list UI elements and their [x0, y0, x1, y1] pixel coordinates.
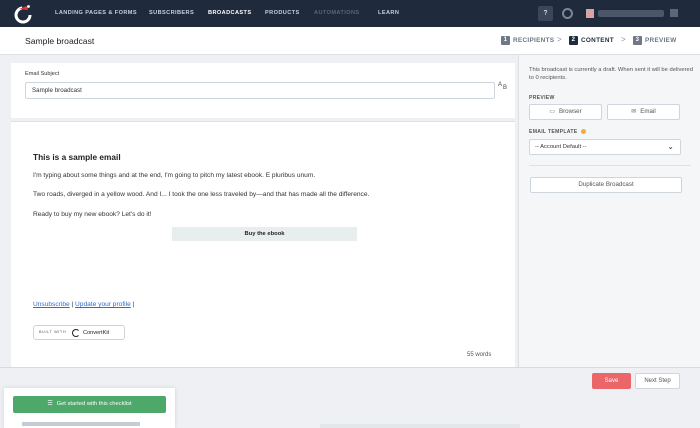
top-nav: LANDING PAGES & FORMS SUBSCRIBERS BROADC… [0, 0, 700, 27]
unsubscribe-link[interactable]: Unsubscribe [33, 301, 70, 308]
nav-products[interactable]: PRODUCTS [265, 0, 300, 27]
email-footer-links: Unsubscribe | Update your profile | [33, 301, 135, 308]
ab-test-icon[interactable]: AB [498, 82, 507, 91]
email-paragraph: Two roads, diverged in a yellow wood. An… [33, 191, 370, 198]
template-select[interactable]: -- Account Default -- ⌄ [529, 139, 681, 155]
email-paragraph: Ready to buy my new ebook? Let's do it! [33, 211, 152, 218]
subject-input[interactable]: Sample broadcast [25, 82, 495, 99]
nav-learn[interactable]: LEARN [378, 0, 399, 27]
footer-divider [0, 367, 700, 368]
preview-email-button[interactable]: ✉ Email [607, 104, 680, 120]
nav-automations[interactable]: AUTOMATIONS [314, 0, 360, 27]
duplicate-broadcast-button[interactable]: Duplicate Broadcast [530, 177, 682, 193]
next-step-button[interactable]: Next Step [635, 373, 680, 389]
preview-label: PREVIEW [529, 95, 555, 101]
nav-landing-pages[interactable]: LANDING PAGES & FORMS [55, 0, 137, 27]
nav-broadcasts[interactable]: BROADCASTS [208, 0, 251, 27]
buy-ebook-button[interactable]: Buy the ebook [172, 227, 357, 241]
blurred-text [320, 424, 520, 428]
checklist-button[interactable]: ☰ Get started with this checklist [13, 396, 166, 413]
info-dot-icon[interactable] [581, 129, 587, 135]
step-separator: > [621, 35, 626, 44]
subject-value: Sample broadcast [32, 87, 82, 94]
list-icon: ☰ [47, 401, 53, 407]
convertkit-icon [72, 329, 80, 337]
browser-icon: ▭ [549, 109, 555, 115]
draft-status: This broadcast is currently a draft. Whe… [529, 67, 693, 82]
page-header: Sample broadcast 1 RECIPIENTS > 2 CONTENT … [0, 27, 700, 55]
email-heading: This is a sample email [33, 152, 121, 162]
blurred-text [22, 422, 140, 426]
word-count: 55 words [467, 352, 492, 358]
subject-card: Email Subject Sample broadcast AB [11, 63, 515, 118]
convertkit-logo[interactable] [13, 4, 33, 24]
chevron-down-icon: ⌄ [667, 142, 674, 151]
step-preview[interactable]: 3 PREVIEW [633, 36, 677, 45]
nav-subscribers[interactable]: SUBSCRIBERS [149, 0, 194, 27]
divider [529, 165, 691, 166]
preview-browser-button[interactable]: ▭ Browser [529, 104, 602, 120]
email-editor[interactable]: This is a sample email I'm typing about … [11, 121, 515, 367]
template-label: EMAIL TEMPLATE [529, 129, 587, 135]
account-menu-icon[interactable] [670, 9, 678, 17]
help-button[interactable]: ? [538, 6, 553, 21]
page-title: Sample broadcast [25, 36, 95, 46]
email-paragraph: I'm typing about some things and at the … [33, 172, 316, 179]
envelope-icon: ✉ [631, 109, 637, 115]
settings-panel: This broadcast is currently a draft. Whe… [518, 55, 700, 368]
step-separator: > [557, 35, 562, 44]
subject-label: Email Subject [25, 71, 60, 77]
update-profile-link[interactable]: Update your profile [75, 301, 131, 308]
built-with-badge[interactable]: BUILT WITH ConvertKit [33, 325, 125, 340]
notifications-icon[interactable] [562, 8, 573, 19]
avatar[interactable] [586, 9, 594, 18]
step-recipients[interactable]: 1 RECIPIENTS [501, 36, 554, 45]
step-content[interactable]: 2 CONTENT [569, 36, 614, 45]
account-name[interactable] [598, 10, 664, 17]
save-button[interactable]: Save [592, 373, 631, 389]
